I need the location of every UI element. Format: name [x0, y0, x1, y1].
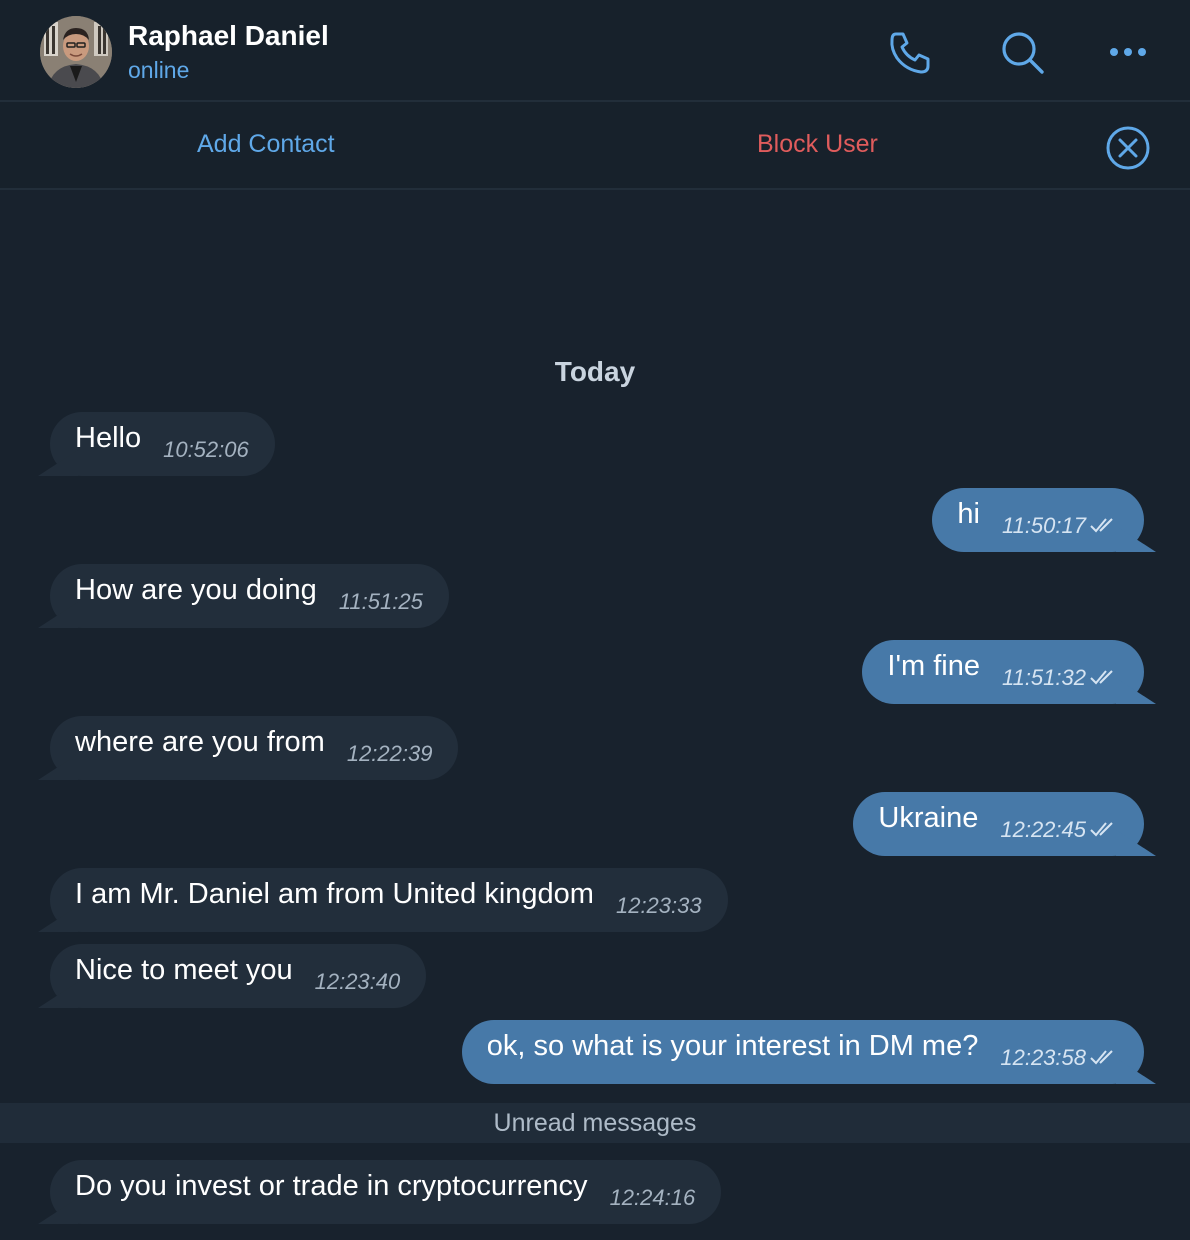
read-check-icon — [1090, 518, 1113, 533]
message-text: How are you doing — [75, 573, 317, 606]
message-text: Nice to meet you — [75, 953, 293, 986]
message-outgoing[interactable]: hi 11:50:17 — [932, 488, 1144, 552]
message-incoming[interactable]: Do you invest or trade in cryptocurrency… — [50, 1160, 722, 1224]
message-time: 11:51:32 — [1002, 665, 1120, 691]
message-time-value: 12:23:58 — [1000, 1045, 1086, 1070]
message-text: Do you invest or trade in cryptocurrency — [75, 1169, 588, 1202]
message-text: I'm fine — [887, 649, 980, 682]
message-time: 11:51:25 — [338, 589, 423, 614]
contact-action-bar: Add Contact Block User — [0, 102, 1190, 190]
message-incoming[interactable]: How are you doing 11:51:25 — [50, 564, 449, 628]
message-outgoing[interactable]: ok, so what is your interest in DM me? 1… — [461, 1020, 1144, 1084]
message-outgoing[interactable]: Ukraine 12:22:45 — [853, 792, 1144, 856]
message-text: Hello — [75, 421, 142, 454]
message-text: hi — [957, 497, 980, 530]
block-user-button[interactable]: Block User — [757, 130, 878, 159]
message-outgoing[interactable]: I'm fine 11:51:32 — [862, 640, 1144, 704]
message-incoming[interactable]: where are you from 12:22:39 — [50, 716, 459, 780]
message-time: 12:23:40 — [314, 969, 401, 994]
message-text: ok, so what is your interest in DM me? — [486, 1029, 979, 1062]
message-time: 10:52:06 — [163, 437, 249, 462]
chat-header: Raphael Daniel online — [0, 0, 1190, 102]
message-text: where are you from — [75, 725, 325, 758]
message-incoming[interactable]: Hello 10:52:06 — [50, 412, 275, 476]
message-text: I am Mr. Daniel am from United kingdom — [75, 877, 594, 910]
message-time: 11:50:17 — [1002, 513, 1120, 539]
message-time-value: 11:50:17 — [1001, 513, 1086, 538]
read-check-icon — [1090, 822, 1113, 837]
read-check-icon — [1090, 1050, 1113, 1065]
message-incoming[interactable]: Nice to meet you 12:23:40 — [50, 944, 427, 1008]
contact-name[interactable]: Raphael Daniel — [128, 20, 329, 52]
message-text: Ukraine — [878, 801, 979, 834]
more-icon[interactable] — [1104, 28, 1152, 76]
message-time-value: 12:22:45 — [1000, 817, 1086, 842]
unread-messages-divider: Unread messages — [0, 1103, 1190, 1143]
message-time: 12:22:39 — [346, 741, 433, 766]
message-time: 12:22:45 — [1000, 817, 1120, 843]
contact-status: online — [128, 57, 190, 83]
message-time: 12:23:58 — [1000, 1045, 1120, 1071]
message-time: 12:24:16 — [609, 1185, 696, 1210]
date-separator: Today — [554, 356, 636, 387]
message-time-value: 11:51:32 — [1001, 665, 1086, 690]
avatar[interactable] — [40, 16, 112, 88]
phone-icon[interactable] — [886, 28, 934, 76]
message-time: 12:23:33 — [615, 893, 702, 918]
message-incoming[interactable]: I am Mr. Daniel am from United kingdom 1… — [50, 868, 728, 932]
close-icon[interactable] — [1104, 124, 1152, 172]
add-contact-button[interactable]: Add Contact — [197, 130, 335, 159]
read-check-icon — [1090, 670, 1113, 685]
search-icon[interactable] — [998, 28, 1046, 76]
